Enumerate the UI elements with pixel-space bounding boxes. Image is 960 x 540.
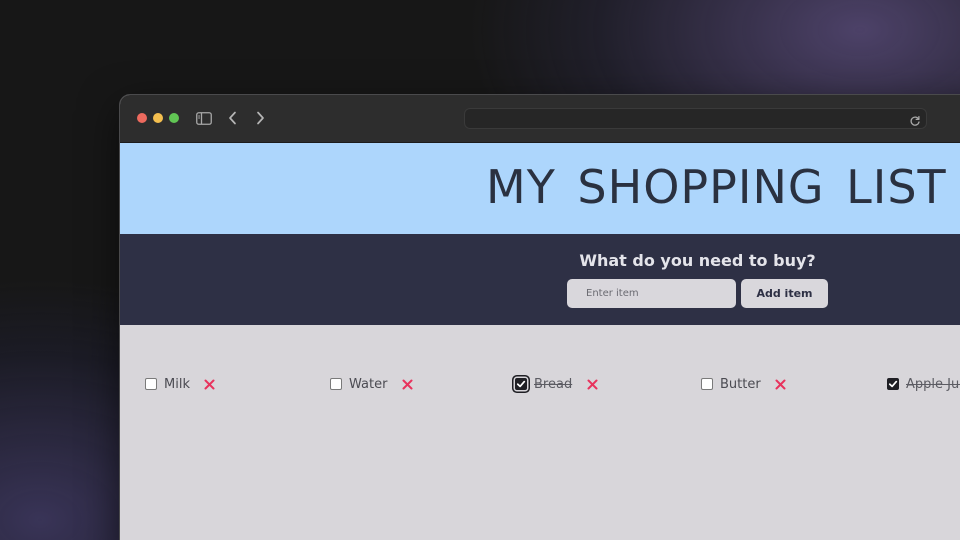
reload-icon[interactable] [909, 112, 921, 126]
close-icon[interactable] [401, 378, 413, 390]
page-title: MY SHOPPING LIST [486, 160, 947, 214]
list-item: Milk [145, 375, 216, 393]
add-item-button[interactable]: Add item [741, 279, 828, 308]
checkbox-icon[interactable] [515, 378, 527, 390]
close-icon[interactable] [586, 378, 598, 390]
checkbox-icon[interactable] [145, 378, 157, 390]
checkbox-icon[interactable] [330, 378, 342, 390]
address-bar[interactable] [464, 108, 927, 129]
close-icon[interactable] [775, 378, 787, 390]
item-label: Bread [534, 376, 573, 392]
chevron-right-icon[interactable] [252, 109, 268, 127]
header-banner: MY SHOPPING LIST [120, 143, 960, 234]
item-label: Water [349, 376, 388, 392]
close-icon[interactable] [204, 378, 216, 390]
form-prompt: What do you need to buy? [579, 251, 816, 270]
list-item: Bread [515, 375, 598, 393]
list-item: Butter [701, 375, 787, 393]
item-label: Milk [164, 376, 190, 392]
list-item: Water [330, 375, 413, 393]
maximize-window-button[interactable] [169, 113, 179, 123]
list-item: Apple Juice [887, 375, 960, 393]
item-label: Butter [720, 376, 761, 392]
checkbox-icon[interactable] [887, 378, 899, 390]
item-label: Apple Juice [906, 376, 960, 392]
shopping-list: Milk Water Bread Butter Apple Ju [120, 325, 960, 540]
browser-window: MY SHOPPING LIST What do you need to buy… [120, 95, 960, 540]
add-item-form: What do you need to buy? Add item [120, 234, 960, 325]
page-content: MY SHOPPING LIST What do you need to buy… [120, 143, 960, 540]
close-window-button[interactable] [137, 113, 147, 123]
browser-titlebar [120, 95, 960, 143]
item-input[interactable] [567, 279, 736, 308]
sidebar-icon[interactable] [195, 109, 213, 127]
checkbox-icon[interactable] [701, 378, 713, 390]
chevron-left-icon[interactable] [224, 109, 240, 127]
minimize-window-button[interactable] [153, 113, 163, 123]
